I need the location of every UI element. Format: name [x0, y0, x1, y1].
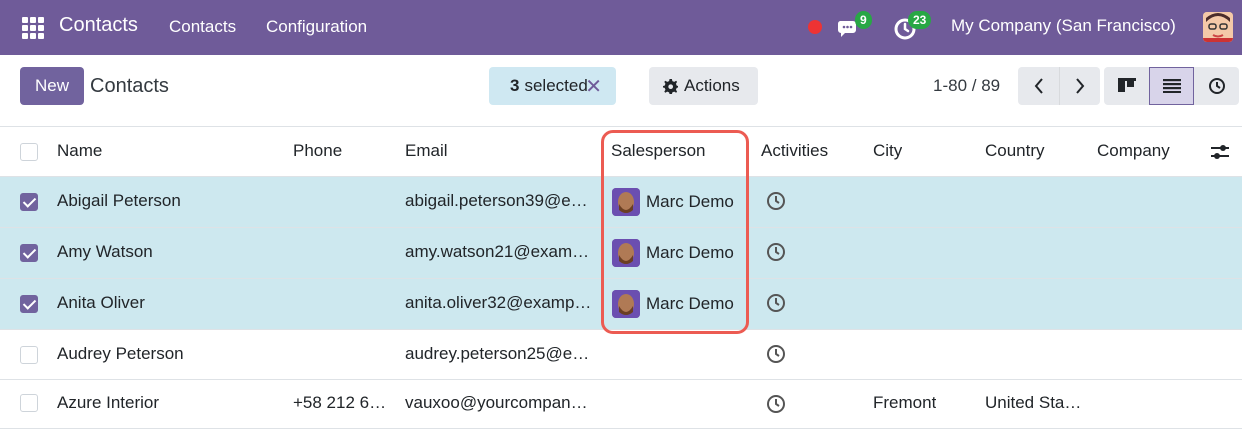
- row-checkbox[interactable]: [20, 346, 38, 364]
- selected-count: 3: [510, 76, 520, 95]
- salesperson-avatar: [612, 239, 640, 267]
- table-row[interactable]: Amy Watson amy.watson21@exam… Marc Demo: [0, 228, 1242, 279]
- contact-name: Audrey Peterson: [57, 344, 184, 363]
- table-row[interactable]: Anita Oliver anita.oliver32@examp… Marc …: [0, 279, 1242, 330]
- page-title: Contacts: [90, 75, 169, 97]
- company-switcher[interactable]: My Company (San Francisco): [951, 16, 1176, 36]
- contact-phone: +58 212 6…: [293, 393, 387, 412]
- row-checkbox[interactable]: [20, 295, 38, 313]
- kanban-view-button[interactable]: [1104, 67, 1149, 105]
- actions-button[interactable]: Actions: [649, 67, 758, 105]
- select-all-checkbox[interactable]: [20, 143, 38, 161]
- unselect-all-close-icon[interactable]: ✕: [585, 74, 602, 99]
- contact-name: Anita Oliver: [57, 293, 145, 312]
- salesperson-avatar: [612, 290, 640, 318]
- apps-grid-icon[interactable]: [22, 17, 44, 39]
- column-header-activities[interactable]: Activities: [761, 141, 828, 161]
- column-header-name[interactable]: Name: [57, 141, 102, 161]
- contact-email: audrey.peterson25@e…: [405, 344, 590, 363]
- column-header-company[interactable]: Company: [1097, 141, 1170, 161]
- activity-view-icon: [1208, 78, 1225, 94]
- activities-badge: 23: [908, 11, 932, 29]
- activity-view-button[interactable]: [1194, 67, 1239, 105]
- messages-badge: 9: [855, 11, 872, 29]
- top-navbar: Contacts Contacts Configuration 9 23 My …: [0, 0, 1242, 55]
- contact-country: United Sta…: [985, 393, 1082, 412]
- column-header-city[interactable]: City: [873, 141, 902, 161]
- column-header-phone[interactable]: Phone: [293, 141, 342, 161]
- column-header-email[interactable]: Email: [405, 141, 448, 161]
- contact-email: abigail.peterson39@e…: [405, 191, 588, 210]
- table-row[interactable]: Azure Interior +58 212 6… vauxoo@yourcom…: [0, 380, 1242, 429]
- kanban-view-icon: [1117, 78, 1136, 92]
- contact-name: Abigail Peterson: [57, 191, 181, 210]
- salesperson-name: Marc Demo: [646, 243, 734, 262]
- app-brand[interactable]: Contacts: [59, 14, 138, 37]
- table-row[interactable]: Abigail Peterson abigail.peterson39@e… M…: [0, 177, 1242, 228]
- column-header-country[interactable]: Country: [985, 141, 1045, 161]
- actions-label: Actions: [684, 76, 740, 95]
- column-header-salesperson[interactable]: Salesperson: [611, 141, 706, 161]
- control-panel: New Contacts 3 selected ✕ Actions 1-80 /…: [0, 55, 1242, 127]
- contact-city: Fremont: [873, 393, 937, 412]
- selection-indicator: 3 selected ✕: [489, 67, 616, 105]
- new-button[interactable]: New: [20, 67, 84, 105]
- chevron-right-icon: [1076, 78, 1085, 94]
- settings-sliders-icon[interactable]: [1209, 141, 1231, 163]
- row-checkbox[interactable]: [20, 244, 38, 262]
- menu-configuration[interactable]: Configuration: [266, 17, 367, 37]
- row-checkbox[interactable]: [20, 394, 38, 412]
- pager-next-button[interactable]: [1059, 67, 1100, 105]
- salesperson-avatar: [612, 188, 640, 216]
- menu-contacts[interactable]: Contacts: [169, 17, 236, 37]
- list-view-icon: [1162, 79, 1181, 93]
- contact-email: vauxoo@yourcompan…: [405, 393, 588, 412]
- clock-icon[interactable]: [766, 394, 786, 414]
- contact-name: Azure Interior: [57, 393, 160, 412]
- recording-dot-icon: [808, 20, 822, 34]
- chevron-left-icon: [1034, 78, 1043, 94]
- table-row[interactable]: Audrey Peterson audrey.peterson25@e…: [0, 330, 1242, 380]
- table-header: Name Phone Email Salesperson Activities …: [0, 127, 1242, 177]
- contact-email: amy.watson21@exam…: [405, 242, 590, 261]
- pager-previous-button[interactable]: [1018, 67, 1059, 105]
- user-avatar[interactable]: [1203, 12, 1233, 42]
- contact-name: Amy Watson: [57, 242, 153, 261]
- clock-icon[interactable]: [766, 191, 786, 211]
- selected-label: selected: [524, 76, 588, 95]
- salesperson-name: Marc Demo: [646, 294, 734, 313]
- clock-icon[interactable]: [766, 293, 786, 313]
- gear-icon: [663, 78, 678, 94]
- clock-icon[interactable]: [766, 344, 786, 364]
- pager-value[interactable]: 1-80 / 89: [933, 76, 1000, 96]
- contact-email: anita.oliver32@examp…: [405, 293, 592, 312]
- list-view-button[interactable]: [1149, 67, 1194, 105]
- clock-icon[interactable]: [766, 242, 786, 262]
- salesperson-name: Marc Demo: [646, 192, 734, 211]
- row-checkbox[interactable]: [20, 193, 38, 211]
